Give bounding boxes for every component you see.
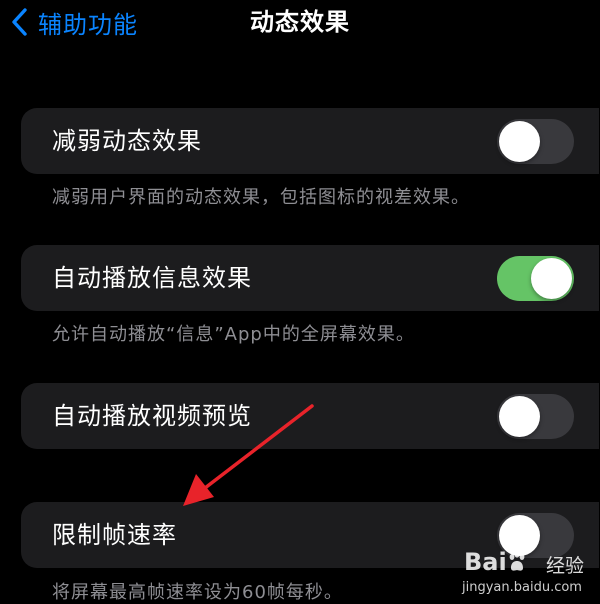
setting-row-auto-play-video-previews: 自动播放视频预览 <box>21 383 599 449</box>
page-title: 动态效果 <box>250 8 350 36</box>
toggle-knob <box>531 258 572 299</box>
paw-icon <box>509 551 525 571</box>
setting-label-auto-play-message-effects: 自动播放信息效果 <box>52 264 252 292</box>
setting-row-auto-play-message-effects: 自动播放信息效果 <box>21 245 599 311</box>
limit-frame-rate-footer: 将屏幕最高帧速率设为60帧每秒。 <box>52 582 343 603</box>
setting-label-auto-play-video-previews: 自动播放视频预览 <box>52 402 252 430</box>
setting-label-reduce-motion: 减弱动态效果 <box>52 127 202 155</box>
baidu-jingyan-watermark: Bai 经验 jingyan.baidu.com <box>458 548 598 598</box>
auto-play-video-previews-toggle[interactable] <box>497 394 574 439</box>
reduce-motion-footer: 减弱用户界面的动态效果，包括图标的视差效果。 <box>52 187 470 208</box>
watermark-url: jingyan.baidu.com <box>462 580 582 595</box>
auto-play-message-effects-toggle[interactable] <box>497 256 574 301</box>
setting-label-limit-frame-rate: 限制帧速率 <box>52 521 177 549</box>
setting-row-reduce-motion: 减弱动态效果 <box>21 108 599 174</box>
reduce-motion-toggle[interactable] <box>497 119 574 164</box>
baidu-logo: Bai <box>464 548 527 576</box>
toggle-knob <box>499 121 540 162</box>
navigation-bar: 辅助功能 动态效果 <box>0 0 600 48</box>
auto-play-message-effects-footer: 允许自动播放“信息”App中的全屏幕效果。 <box>52 324 415 345</box>
watermark-brand: 经验 <box>546 555 585 577</box>
toggle-knob <box>499 396 540 437</box>
